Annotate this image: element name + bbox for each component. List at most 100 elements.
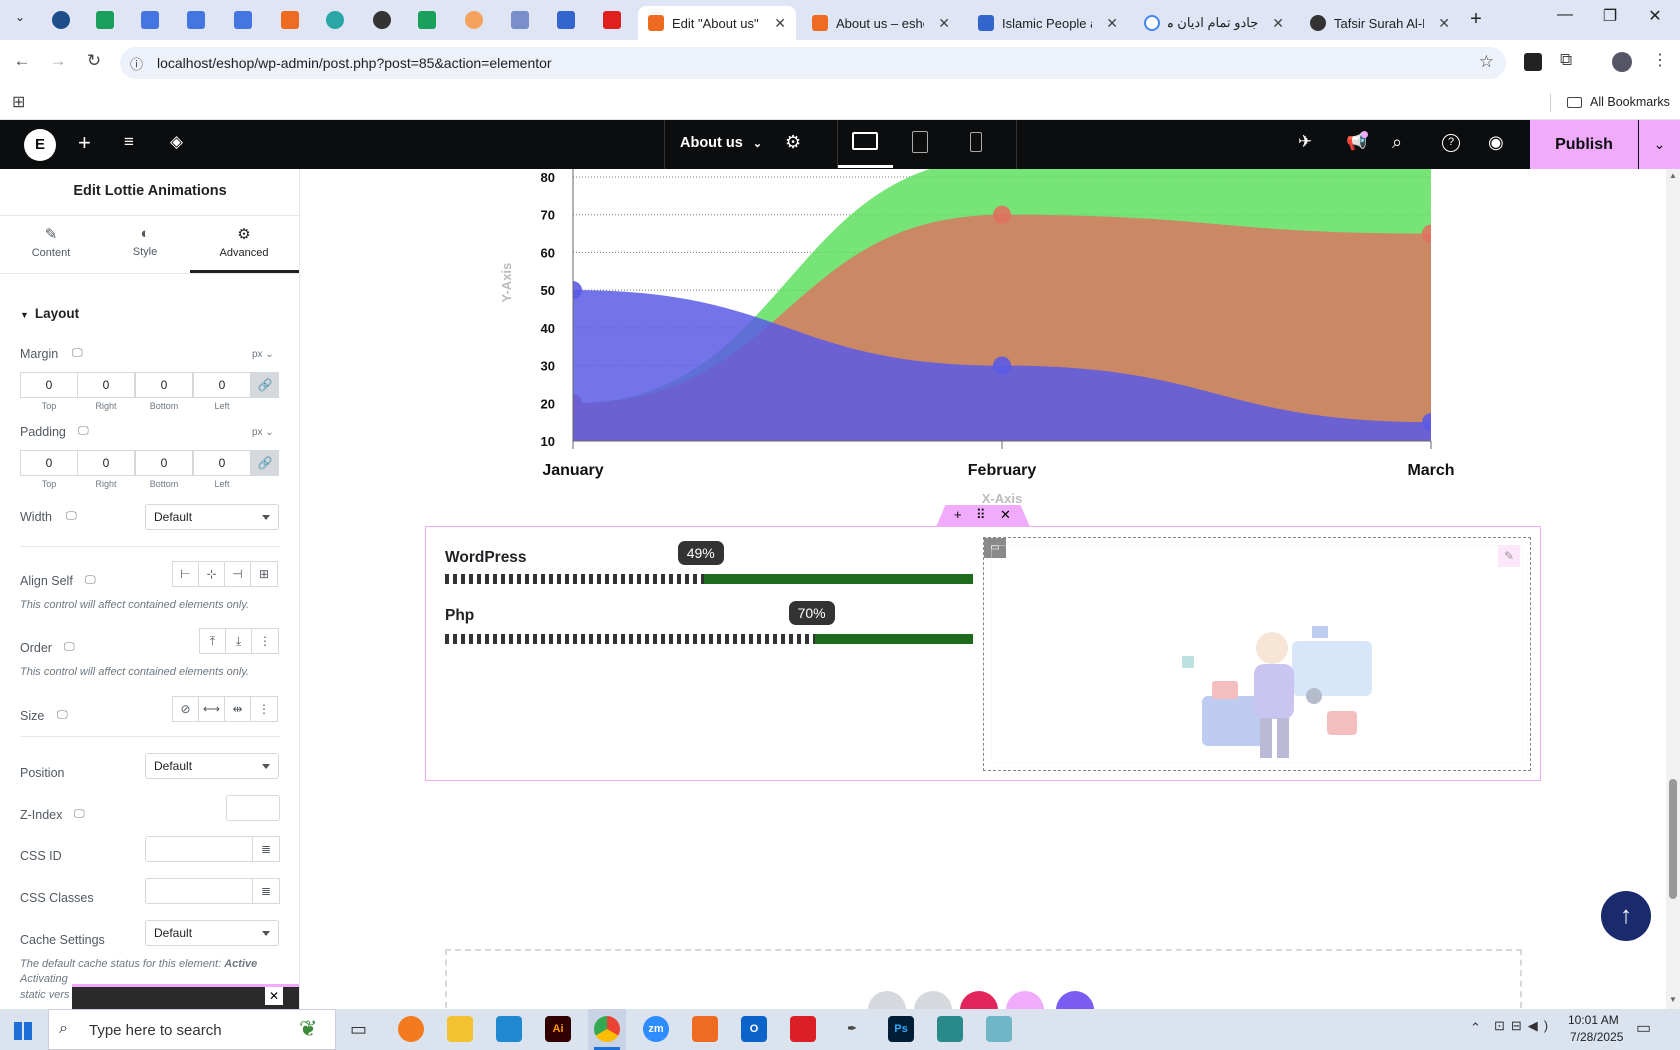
site-info-icon[interactable]: ⓘ	[130, 54, 143, 73]
pinned-tab-youtube[interactable]	[603, 11, 621, 29]
desktop-icon[interactable]: 🖵	[64, 641, 75, 654]
scroll-up-arrow[interactable]: ▲	[1669, 171, 1677, 180]
illustrator-icon[interactable]: Ai	[545, 1016, 571, 1042]
tab-content[interactable]: ✎ Content	[3, 225, 99, 259]
vscode-icon[interactable]	[496, 1016, 522, 1042]
pinned-tab-openai[interactable]	[373, 11, 391, 29]
tab-tafsir[interactable]: Tafsir Surah Al-Ba ✕	[1300, 6, 1460, 40]
desktop-icon[interactable]: 🖵	[57, 709, 68, 722]
tablet-view-icon[interactable]	[912, 131, 928, 153]
task-view-icon[interactable]: ▭	[350, 1019, 367, 1040]
no-size-icon[interactable]: ⊘	[173, 697, 199, 721]
align-center-icon[interactable]: ⊹	[199, 562, 225, 586]
margin-top-input[interactable]: 0	[20, 372, 78, 398]
padding-bottom-input[interactable]: 0	[135, 450, 193, 476]
pinned-tab-sheets-2[interactable]	[418, 11, 436, 29]
publish-options-button[interactable]: ⌄	[1639, 120, 1680, 169]
apps-grid-icon[interactable]: ⊞	[12, 92, 25, 112]
back-icon[interactable]: ←	[10, 51, 34, 71]
pinned-tab-forms[interactable]	[557, 11, 575, 29]
z-index-input[interactable]	[226, 795, 280, 821]
help-icon[interactable]: ?	[1442, 134, 1460, 152]
firefox-icon[interactable]	[398, 1016, 424, 1042]
system-tray-icons[interactable]: ⊡⊟◀)	[1494, 1018, 1554, 1034]
grow-icon[interactable]: ⟷	[199, 697, 225, 721]
structure-layers-icon[interactable]: ◈	[170, 132, 183, 152]
close-tab-icon[interactable]: ✕	[774, 15, 786, 32]
pinned-tab-xampp[interactable]	[281, 11, 299, 29]
publish-button[interactable]: Publish	[1530, 120, 1638, 169]
scroll-down-arrow[interactable]: ▼	[1669, 995, 1677, 1004]
new-tab-button[interactable]: +	[1464, 8, 1488, 31]
pinned-tab-sheets[interactable]	[96, 11, 114, 29]
minimize-button[interactable]: —	[1545, 6, 1585, 24]
padding-right-input[interactable]: 0	[77, 450, 135, 476]
zoom-icon[interactable]: zm	[643, 1016, 669, 1042]
desktop-icon[interactable]: 🖵	[66, 510, 77, 523]
address-bar[interactable]: ⓘ localhost/eshop/wp-admin/post.php?post…	[120, 47, 1506, 79]
tab-edit-about-us[interactable]: Edit "About us" w ✕	[638, 6, 796, 40]
show-hidden-icons[interactable]: ⌃	[1470, 1020, 1481, 1036]
close-tab-icon[interactable]: ✕	[1272, 15, 1284, 32]
desktop-icon[interactable]: 🖵	[72, 347, 83, 360]
close-window-button[interactable]: ✕	[1635, 6, 1675, 26]
add-icon[interactable]: +	[954, 507, 962, 522]
shrink-icon[interactable]: ⇹	[225, 697, 251, 721]
dynamic-tags-icon[interactable]: ≣	[252, 836, 280, 862]
pen-tool-icon[interactable]: ✒	[839, 1016, 865, 1042]
delete-icon[interactable]: ✕	[1000, 507, 1011, 523]
page-settings-icon[interactable]: ⚙	[785, 132, 801, 153]
tab-islamic-people[interactable]: Islamic People an ✕	[968, 6, 1128, 40]
order-end-icon[interactable]: ⤓	[226, 629, 252, 653]
tab-search-button[interactable]: ⌄	[8, 10, 32, 30]
margin-unit-select[interactable]: px ⌄	[252, 349, 274, 360]
browser-menu-icon[interactable]: ⋮	[1652, 50, 1668, 70]
align-stretch-icon[interactable]: ⊞	[251, 562, 277, 586]
add-element-icon[interactable]: +	[78, 130, 91, 156]
site-settings-icon[interactable]: ≡	[124, 132, 134, 152]
app-cube-icon[interactable]	[937, 1016, 963, 1042]
pinned-tab-hand[interactable]	[465, 11, 483, 29]
padding-unit-select[interactable]: px ⌄	[252, 427, 274, 438]
forward-icon[interactable]: →	[46, 51, 70, 71]
padding-top-input[interactable]: 0	[20, 450, 78, 476]
taskbar-search-box[interactable]: ⌕ Type here to search ❦	[48, 1009, 336, 1050]
margin-link-button[interactable]: 🔗	[251, 372, 279, 398]
page-title-dropdown[interactable]: About us ⌄	[680, 135, 762, 153]
margin-bottom-input[interactable]: 0	[135, 372, 193, 398]
reload-icon[interactable]: ↻	[82, 51, 106, 71]
desktop-view-icon[interactable]	[852, 132, 878, 150]
tab-style[interactable]: ◐ Style	[97, 225, 193, 258]
align-end-icon[interactable]: ⊣	[225, 562, 251, 586]
outlook-icon[interactable]: O	[741, 1016, 767, 1042]
css-classes-input[interactable]	[145, 878, 253, 904]
launchpad-rocket-icon[interactable]: ✈	[1298, 132, 1312, 152]
finder-search-icon[interactable]: ⌕	[1392, 132, 1402, 153]
tab-advanced[interactable]: ⚙ Advanced	[196, 225, 292, 259]
desktop-icon[interactable]: 🖵	[85, 574, 96, 587]
padding-left-input[interactable]: 0	[193, 450, 251, 476]
notepad-icon[interactable]	[986, 1016, 1012, 1042]
css-id-input[interactable]	[145, 836, 253, 862]
align-start-icon[interactable]: ⊢	[173, 562, 199, 586]
bookmark-star-icon[interactable]: ☆	[1479, 52, 1494, 72]
more-options-icon[interactable]: ⋮	[251, 697, 277, 721]
scrollbar-thumb[interactable]	[1669, 779, 1677, 899]
creative-cloud-icon[interactable]	[790, 1016, 816, 1042]
close-tab-icon[interactable]: ✕	[1438, 15, 1450, 32]
tab-google-search[interactable]: جادو تمام ادیان مد ✕	[1134, 6, 1294, 40]
padding-link-button[interactable]: 🔗	[251, 450, 279, 476]
more-options-icon[interactable]: ⋮	[252, 629, 278, 653]
extensions-puzzle-icon[interactable]: ⧉	[1560, 50, 1572, 70]
clock-time[interactable]: 10:01 AM	[1568, 1013, 1619, 1027]
photoshop-icon[interactable]: Ps	[888, 1016, 914, 1042]
pinned-tab-docs-3[interactable]	[234, 11, 252, 29]
layout-section-header[interactable]: ▼ Layout	[20, 306, 79, 321]
pinned-tab-grid[interactable]	[511, 11, 529, 29]
back-to-top-button[interactable]: ↑	[1601, 891, 1651, 941]
clock-date[interactable]: 7/28/2025	[1570, 1030, 1623, 1044]
tab-about-us-eshop[interactable]: About us – eshop ✕	[802, 6, 960, 40]
margin-right-input[interactable]: 0	[77, 372, 135, 398]
mobile-view-icon[interactable]	[970, 132, 982, 152]
restore-button[interactable]: ❐	[1590, 6, 1630, 26]
